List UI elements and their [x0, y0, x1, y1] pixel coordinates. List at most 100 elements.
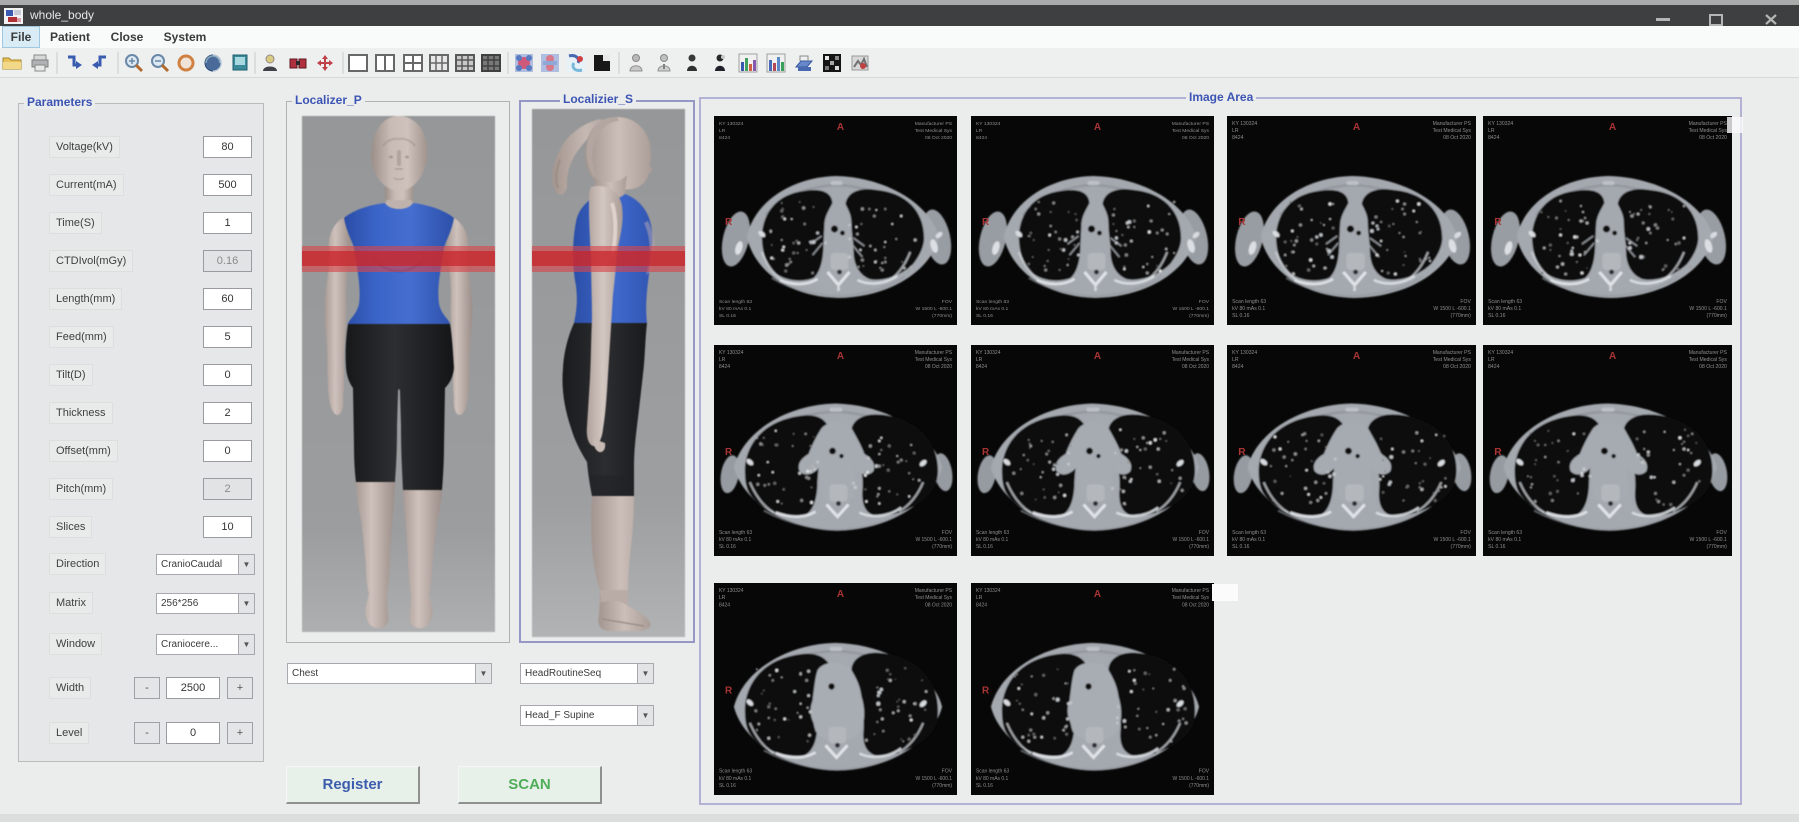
svg-text:KY 130324: KY 130324 [976, 350, 1001, 356]
svg-text:Test Medical Sys: Test Medical Sys [915, 595, 953, 601]
svg-text:KY 130324: KY 130324 [1232, 350, 1257, 356]
svg-text:08 Oct 2020: 08 Oct 2020 [925, 135, 952, 141]
svg-text:Scan length 63: Scan length 63 [1232, 530, 1266, 536]
svg-text:R: R [982, 685, 990, 696]
svg-text:LR: LR [976, 357, 983, 363]
svg-text:W 1500 L -600.1: W 1500 L -600.1 [915, 537, 952, 543]
svg-text:SL 0.16: SL 0.16 [719, 544, 736, 550]
svg-text:08 Oct 2020: 08 Oct 2020 [1182, 364, 1209, 370]
svg-text:Manufacturer PS: Manufacturer PS [1433, 350, 1472, 356]
svg-text:08 Oct 2020: 08 Oct 2020 [925, 364, 952, 370]
svg-text:KY 130324: KY 130324 [976, 121, 1001, 127]
svg-text:08 Oct 2020: 08 Oct 2020 [1443, 364, 1471, 370]
svg-text:kV 80 mAs 0.1: kV 80 mAs 0.1 [1488, 537, 1521, 543]
svg-text:Manufacturer PS: Manufacturer PS [1689, 121, 1728, 127]
svg-text:8424: 8424 [719, 135, 730, 141]
svg-text:R: R [725, 447, 733, 458]
svg-text:08 Oct 2020: 08 Oct 2020 [1699, 364, 1727, 370]
svg-text:KY 130324: KY 130324 [976, 588, 1001, 594]
svg-text:KY 130324: KY 130324 [1488, 350, 1513, 356]
svg-text:R: R [725, 217, 732, 228]
svg-text:A: A [1094, 351, 1101, 362]
svg-text:SL 0.16: SL 0.16 [1232, 544, 1250, 550]
svg-text:R: R [1238, 217, 1246, 228]
svg-text:SL 0.16: SL 0.16 [976, 544, 993, 550]
svg-text:W 1500 L -600.1: W 1500 L -600.1 [916, 306, 953, 312]
svg-text:SL 0.16: SL 0.16 [976, 783, 993, 789]
svg-text:A: A [1094, 589, 1101, 600]
svg-text:Test Medical Sys: Test Medical Sys [1172, 357, 1210, 363]
svg-text:FOV: FOV [1716, 530, 1727, 536]
svg-text:W 1500 L -600.1: W 1500 L -600.1 [1689, 306, 1727, 312]
svg-text:KY 130324: KY 130324 [1488, 121, 1513, 127]
svg-text:A: A [837, 589, 844, 600]
svg-text:08 Oct 2020: 08 Oct 2020 [1443, 135, 1471, 141]
svg-text:A: A [1609, 122, 1617, 133]
svg-text:Scan length 63: Scan length 63 [1232, 299, 1266, 305]
svg-text:Scan length 63: Scan length 63 [976, 769, 1009, 775]
svg-text:R: R [725, 685, 733, 696]
svg-text:kV 80 mAs 0.1: kV 80 mAs 0.1 [976, 306, 1008, 312]
svg-text:8424: 8424 [1488, 135, 1500, 141]
svg-text:Test Medical Sys: Test Medical Sys [1433, 128, 1472, 134]
svg-text:8424: 8424 [1488, 364, 1500, 370]
svg-text:Scan length 63: Scan length 63 [719, 530, 752, 536]
svg-text:SL 0.16: SL 0.16 [719, 783, 736, 789]
svg-text:(770mm): (770mm) [1706, 313, 1727, 319]
svg-text:(770mm): (770mm) [1451, 544, 1472, 550]
svg-text:(770mm): (770mm) [932, 544, 952, 550]
svg-text:8424: 8424 [1232, 135, 1244, 141]
svg-text:A: A [1353, 122, 1361, 133]
svg-text:Test Medical Sys: Test Medical Sys [1689, 357, 1728, 363]
svg-text:FOV: FOV [942, 299, 953, 305]
svg-text:08 Oct 2020: 08 Oct 2020 [1182, 602, 1209, 608]
svg-text:W 1500 L -600.1: W 1500 L -600.1 [1173, 306, 1210, 312]
svg-text:(770mm): (770mm) [932, 783, 952, 789]
svg-text:FOV: FOV [1199, 299, 1210, 305]
svg-text:A: A [837, 351, 844, 362]
svg-text:LR: LR [719, 595, 726, 601]
svg-text:8424: 8424 [976, 135, 987, 141]
svg-text:Scan length 63: Scan length 63 [719, 769, 752, 775]
svg-text:Scan length 63: Scan length 63 [976, 299, 1009, 305]
svg-text:W 1500 L -600.1: W 1500 L -600.1 [1433, 537, 1471, 543]
svg-text:Manufacturer PS: Manufacturer PS [1433, 121, 1472, 127]
svg-text:(770mm): (770mm) [1189, 783, 1209, 789]
svg-text:Manufacturer PS: Manufacturer PS [1172, 121, 1210, 127]
svg-text:Scan length 63: Scan length 63 [1488, 530, 1522, 536]
svg-text:(770mm): (770mm) [1189, 313, 1209, 319]
svg-text:W 1500 L -600.1: W 1500 L -600.1 [1172, 776, 1209, 782]
svg-text:R: R [982, 217, 989, 228]
svg-text:FOV: FOV [1460, 299, 1471, 305]
svg-text:LR: LR [976, 595, 983, 601]
svg-text:R: R [1494, 217, 1502, 228]
svg-text:SL 0.16: SL 0.16 [976, 313, 993, 319]
svg-text:8424: 8424 [719, 364, 730, 370]
svg-text:A: A [1609, 351, 1617, 362]
svg-text:kV 80 mAs 0.1: kV 80 mAs 0.1 [1488, 306, 1521, 312]
svg-text:KY 130324: KY 130324 [1232, 121, 1257, 127]
svg-text:R: R [1238, 447, 1246, 458]
svg-text:Manufacturer PS: Manufacturer PS [1172, 588, 1210, 594]
svg-text:SL 0.16: SL 0.16 [1232, 313, 1250, 319]
svg-text:Test Medical Sys: Test Medical Sys [1172, 128, 1210, 134]
svg-text:08 Oct 2020: 08 Oct 2020 [1182, 135, 1209, 141]
svg-text:FOV: FOV [942, 769, 953, 775]
svg-text:R: R [1494, 447, 1502, 458]
svg-text:08 Oct 2020: 08 Oct 2020 [925, 602, 952, 608]
svg-text:SL 0.16: SL 0.16 [1488, 313, 1506, 319]
svg-text:Manufacturer PS: Manufacturer PS [1689, 350, 1728, 356]
svg-text:8424: 8424 [719, 602, 730, 608]
svg-text:FOV: FOV [1199, 530, 1210, 536]
svg-text:kV 80 mAs 0.1: kV 80 mAs 0.1 [1232, 306, 1265, 312]
svg-text:Test Medical Sys: Test Medical Sys [915, 357, 953, 363]
svg-text:(770mm): (770mm) [1707, 544, 1728, 550]
svg-text:A: A [1353, 351, 1361, 362]
svg-text:kV 80 mAs 0.1: kV 80 mAs 0.1 [719, 776, 752, 782]
svg-text:Test Medical Sys: Test Medical Sys [915, 128, 953, 134]
svg-text:(770mm): (770mm) [932, 313, 952, 319]
svg-text:SL 0.16: SL 0.16 [719, 313, 736, 319]
svg-text:8424: 8424 [976, 364, 987, 370]
svg-text:LR: LR [1232, 357, 1239, 363]
svg-text:FOV: FOV [1716, 299, 1727, 305]
